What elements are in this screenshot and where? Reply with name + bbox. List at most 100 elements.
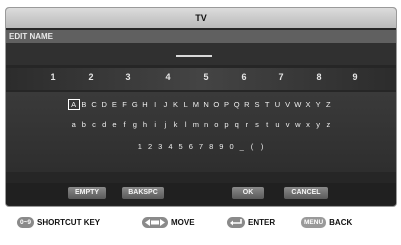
uppercase-key[interactable]: V [283,100,293,109]
lowercase-key[interactable]: t [262,120,272,129]
digit-key[interactable]: 4 [161,72,175,82]
uppercase-key[interactable]: R [242,100,252,109]
lowercase-key[interactable]: q [232,120,242,129]
uppercase-key[interactable]: K [170,100,180,109]
digits-key-icon: 0~9 [17,217,35,228]
lowercase-key[interactable]: f [120,120,130,129]
uppercase-key[interactable]: J [160,100,170,109]
symbol-key[interactable]: _ [237,142,247,151]
uppercase-key[interactable]: I [150,100,160,109]
lowercase-key[interactable]: m [191,120,201,129]
lowercase-key[interactable]: g [130,120,140,129]
section-label: EDIT NAME [6,30,396,43]
digit-key[interactable]: 3 [121,72,135,82]
back-hint: MENU BACK [301,217,352,228]
lowercase-key[interactable]: l [181,120,191,129]
lowercase-row: abcdefghijklmnopqrstuvwxyz [6,120,396,129]
symbol-key[interactable]: 0 [226,142,236,151]
lowercase-key[interactable]: i [150,120,160,129]
action-button-bar: EMPTY BAKSPC OK CANCEL [6,183,396,205]
digit-key[interactable]: 1 [46,72,60,82]
symbol-key[interactable]: ( [247,142,257,151]
symbol-key[interactable]: 7 [196,142,206,151]
enter-label: ENTER [248,218,276,227]
lowercase-key[interactable]: b [79,120,89,129]
uppercase-key[interactable]: X [303,100,313,109]
uppercase-key[interactable]: T [262,100,272,109]
uppercase-key[interactable]: E [109,100,119,109]
uppercase-key[interactable]: M [191,100,201,109]
lowercase-key[interactable]: z [323,120,333,129]
lowercase-key[interactable]: j [160,120,170,129]
uppercase-key[interactable]: Z [323,100,333,109]
cancel-button[interactable]: CANCEL [284,187,328,199]
symbol-key[interactable]: 1 [135,142,145,151]
back-label: BACK [329,218,353,227]
lowercase-key[interactable]: v [283,120,293,129]
uppercase-key[interactable]: G [130,100,140,109]
uppercase-key[interactable]: A [67,99,80,110]
uppercase-key[interactable]: S [252,100,262,109]
edit-name-dialog: TV EDIT NAME 123456789 ABCDEFGHIJKLMNOPQ… [5,7,397,207]
lowercase-key[interactable]: d [99,120,109,129]
lowercase-key[interactable]: p [221,120,231,129]
backspace-button[interactable]: BAKSPC [122,187,164,199]
digit-key[interactable]: 8 [312,72,326,82]
menu-key-icon: MENU [301,217,327,228]
move-label: MOVE [171,218,195,227]
uppercase-key[interactable]: W [293,100,303,109]
enter-hint: ENTER [227,217,275,228]
dialog-title-text: TV [195,13,207,23]
move-hint: MOVE [142,217,195,228]
lowercase-key[interactable]: h [140,120,150,129]
ok-button[interactable]: OK [232,187,264,199]
symbol-key[interactable]: 2 [145,142,155,151]
lowercase-key[interactable]: o [211,120,221,129]
lowercase-key[interactable]: n [201,120,211,129]
shortcut-label: SHORTCUT KEY [37,218,101,227]
digit-key[interactable]: 9 [348,72,362,82]
symbol-key[interactable]: 5 [176,142,186,151]
digit-shortcut-row: 1 2 3 4 5 6 7 8 9 [6,68,396,90]
lowercase-key[interactable]: u [272,120,282,129]
uppercase-key[interactable]: H [140,100,150,109]
lowercase-key[interactable]: x [303,120,313,129]
symbol-key[interactable]: 9 [216,142,226,151]
uppercase-key[interactable]: D [99,100,109,109]
symbol-key[interactable]: 3 [155,142,165,151]
uppercase-key[interactable]: U [272,100,282,109]
digit-key[interactable]: 2 [84,72,98,82]
uppercase-key[interactable]: Q [232,100,242,109]
uppercase-key[interactable]: B [79,100,89,109]
lowercase-key[interactable]: w [293,120,303,129]
digit-key[interactable]: 6 [237,72,251,82]
symbol-key[interactable]: ) [257,142,267,151]
dialog-title: TV [6,8,396,28]
uppercase-key[interactable]: N [201,100,211,109]
help-footer: 0~9 SHORTCUT KEY MOVE ENTER MENU BACK [5,215,395,231]
lowercase-key[interactable]: r [242,120,252,129]
uppercase-row: ABCDEFGHIJKLMNOPQRSTUVWXYZ [6,99,396,110]
lowercase-key[interactable]: a [69,120,79,129]
lowercase-key[interactable]: s [252,120,262,129]
uppercase-key[interactable]: O [211,100,221,109]
uppercase-key[interactable]: P [221,100,231,109]
symbol-key[interactable]: 6 [186,142,196,151]
symbol-key[interactable]: 4 [165,142,175,151]
lowercase-key[interactable]: y [313,120,323,129]
uppercase-key[interactable]: F [120,100,130,109]
empty-button[interactable]: EMPTY [68,187,106,199]
text-cursor [176,55,212,57]
name-input-field[interactable] [6,43,396,65]
lowercase-key[interactable]: k [170,120,180,129]
uppercase-key[interactable]: Y [313,100,323,109]
digit-key[interactable]: 5 [199,72,213,82]
shortcut-hint: 0~9 SHORTCUT KEY [17,217,100,228]
symbol-row: 1 2 3 4 5 6 7 8 9 0 _() [6,142,396,151]
uppercase-key[interactable]: L [181,100,191,109]
lowercase-key[interactable]: c [89,120,99,129]
symbol-key[interactable]: 8 [206,142,216,151]
lowercase-key[interactable]: e [109,120,119,129]
digit-key[interactable]: 7 [274,72,288,82]
uppercase-key[interactable]: C [89,100,99,109]
